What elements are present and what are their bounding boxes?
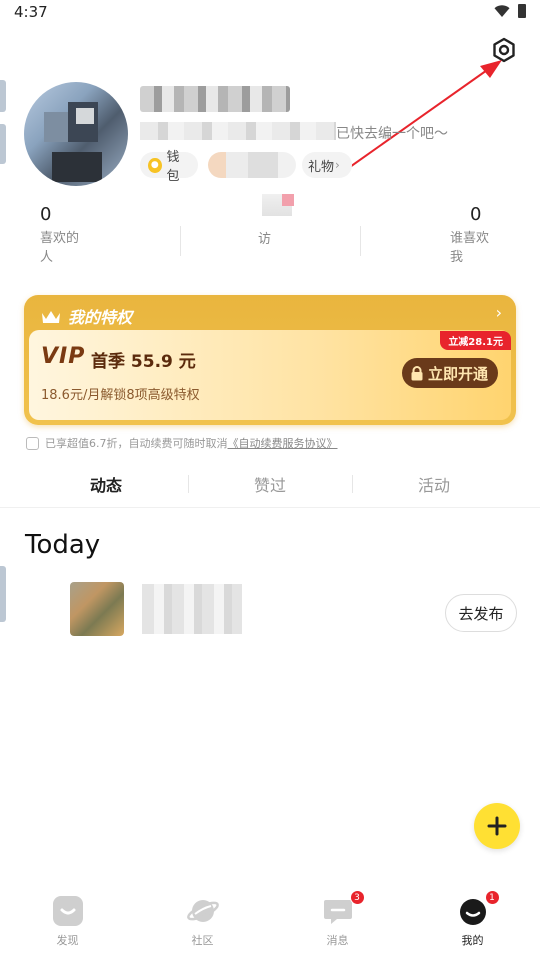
vip-header: 我的特权 <box>40 304 132 328</box>
stat-liked-me-label: 谁喜欢我 <box>450 231 490 265</box>
vip-subscribe-button[interactable]: 立即开通 <box>401 358 498 388</box>
agree-checkbox[interactable] <box>26 436 39 450</box>
avatar[interactable] <box>24 82 128 186</box>
stat-liked-me[interactable]: 0 谁喜欢我 <box>450 204 496 267</box>
badge-chip-blurred[interactable] <box>208 152 296 178</box>
settings-button[interactable] <box>488 34 520 66</box>
nav-discover[interactable]: 发现 <box>0 888 135 960</box>
bio-blurred <box>140 122 336 140</box>
vip-subscribe-label: 立即开通 <box>427 364 488 383</box>
bio-text: 已快去编一个吧～ <box>336 126 448 142</box>
username-blurred <box>140 86 290 112</box>
tab-activity[interactable]: 活动 <box>352 466 516 502</box>
tabs-divider-line <box>0 507 540 508</box>
stat-likes[interactable]: 0 喜欢的人 <box>40 204 86 267</box>
vip-offer[interactable]: 立减28.1元 VIP 首季 55.9 元 18.6元/月解锁8项高级特权 立即… <box>29 330 511 420</box>
profile-badge: 1 <box>484 890 500 905</box>
left-edge-blur <box>0 124 6 164</box>
auto-renew-agreement: 已享超值6.7折，自动续费可随时取消 《自动续费服务协议》 <box>26 435 338 451</box>
wallet-chip[interactable]: ● 钱包 <box>140 150 198 184</box>
tab-divider <box>188 475 189 493</box>
discover-icon <box>51 894 85 928</box>
vip-title: 首季 55.9 元 <box>91 352 196 372</box>
profile-face-icon: 1 <box>456 890 500 928</box>
chevron-right-icon: › <box>335 158 340 172</box>
messages-badge: 3 <box>349 890 365 905</box>
chevron-right-icon: › <box>495 303 502 322</box>
battery-icon <box>518 4 526 18</box>
stat-liked-me-value: 0 <box>470 204 482 225</box>
nav-messages[interactable]: 3 消息 <box>270 888 405 960</box>
left-edge-blur <box>0 566 6 622</box>
vip-header-label: 我的特权 <box>68 308 133 327</box>
status-bar: 4:37 <box>0 0 540 26</box>
status-icons <box>494 4 526 18</box>
tab-liked[interactable]: 赞过 <box>188 466 352 502</box>
stat-likes-value: 0 <box>40 204 52 225</box>
left-edge-blur <box>0 80 6 112</box>
stat-divider <box>180 226 181 256</box>
vip-discount-ribbon: 立减28.1元 <box>440 331 511 350</box>
nav-discover-label: 发现 <box>56 934 79 947</box>
bottom-nav: 发现 社区 3 消息 1 我的 <box>0 888 540 960</box>
stat-likes-label: 喜欢的人 <box>40 231 80 265</box>
nav-messages-label: 消息 <box>326 934 349 947</box>
tab-divider <box>352 475 353 493</box>
planet-icon <box>186 894 220 928</box>
agreement-link[interactable]: 《自动续费服务协议》 <box>228 435 338 451</box>
nav-profile[interactable]: 1 我的 <box>405 888 540 960</box>
wallet-label: 钱包 <box>166 150 180 184</box>
publish-button[interactable]: 去发布 <box>445 594 517 632</box>
content-tabs: 动态 赞过 活动 <box>24 466 516 502</box>
message-icon: 3 <box>321 890 365 928</box>
section-title-today: Today <box>25 530 101 560</box>
create-post-fab[interactable] <box>474 803 520 849</box>
stat-visitors-label: 访 <box>258 232 272 247</box>
plus-icon <box>487 816 507 836</box>
stat-visitors[interactable]: 访 <box>258 226 304 249</box>
stat-visitors-badge-blurred <box>282 194 294 206</box>
wifi-icon <box>494 5 510 17</box>
post-thumbnail[interactable] <box>70 582 124 636</box>
vip-subtitle: 18.6元/月解锁8项高级特权 <box>41 388 200 403</box>
crown-icon <box>42 311 60 323</box>
gift-chip[interactable]: 礼物 › <box>302 152 352 178</box>
settings-gear-icon <box>493 37 515 63</box>
coin-icon: ● <box>148 157 162 173</box>
nav-profile-label: 我的 <box>461 934 484 947</box>
gift-label: 礼物 <box>308 159 335 175</box>
nav-community[interactable]: 社区 <box>135 888 270 960</box>
nav-community-label: 社区 <box>191 934 214 947</box>
status-time: 4:37 <box>14 3 48 21</box>
tab-posts[interactable]: 动态 <box>24 466 188 502</box>
lock-icon <box>411 365 423 380</box>
vip-card[interactable]: 我的特权 › 立减28.1元 VIP 首季 55.9 元 18.6元/月解锁8项… <box>24 295 516 425</box>
stat-divider <box>360 226 361 256</box>
vip-logo: VIP <box>41 344 86 369</box>
post-text-blurred <box>142 584 242 634</box>
agreement-text: 已享超值6.7折，自动续费可随时取消 <box>45 437 228 450</box>
